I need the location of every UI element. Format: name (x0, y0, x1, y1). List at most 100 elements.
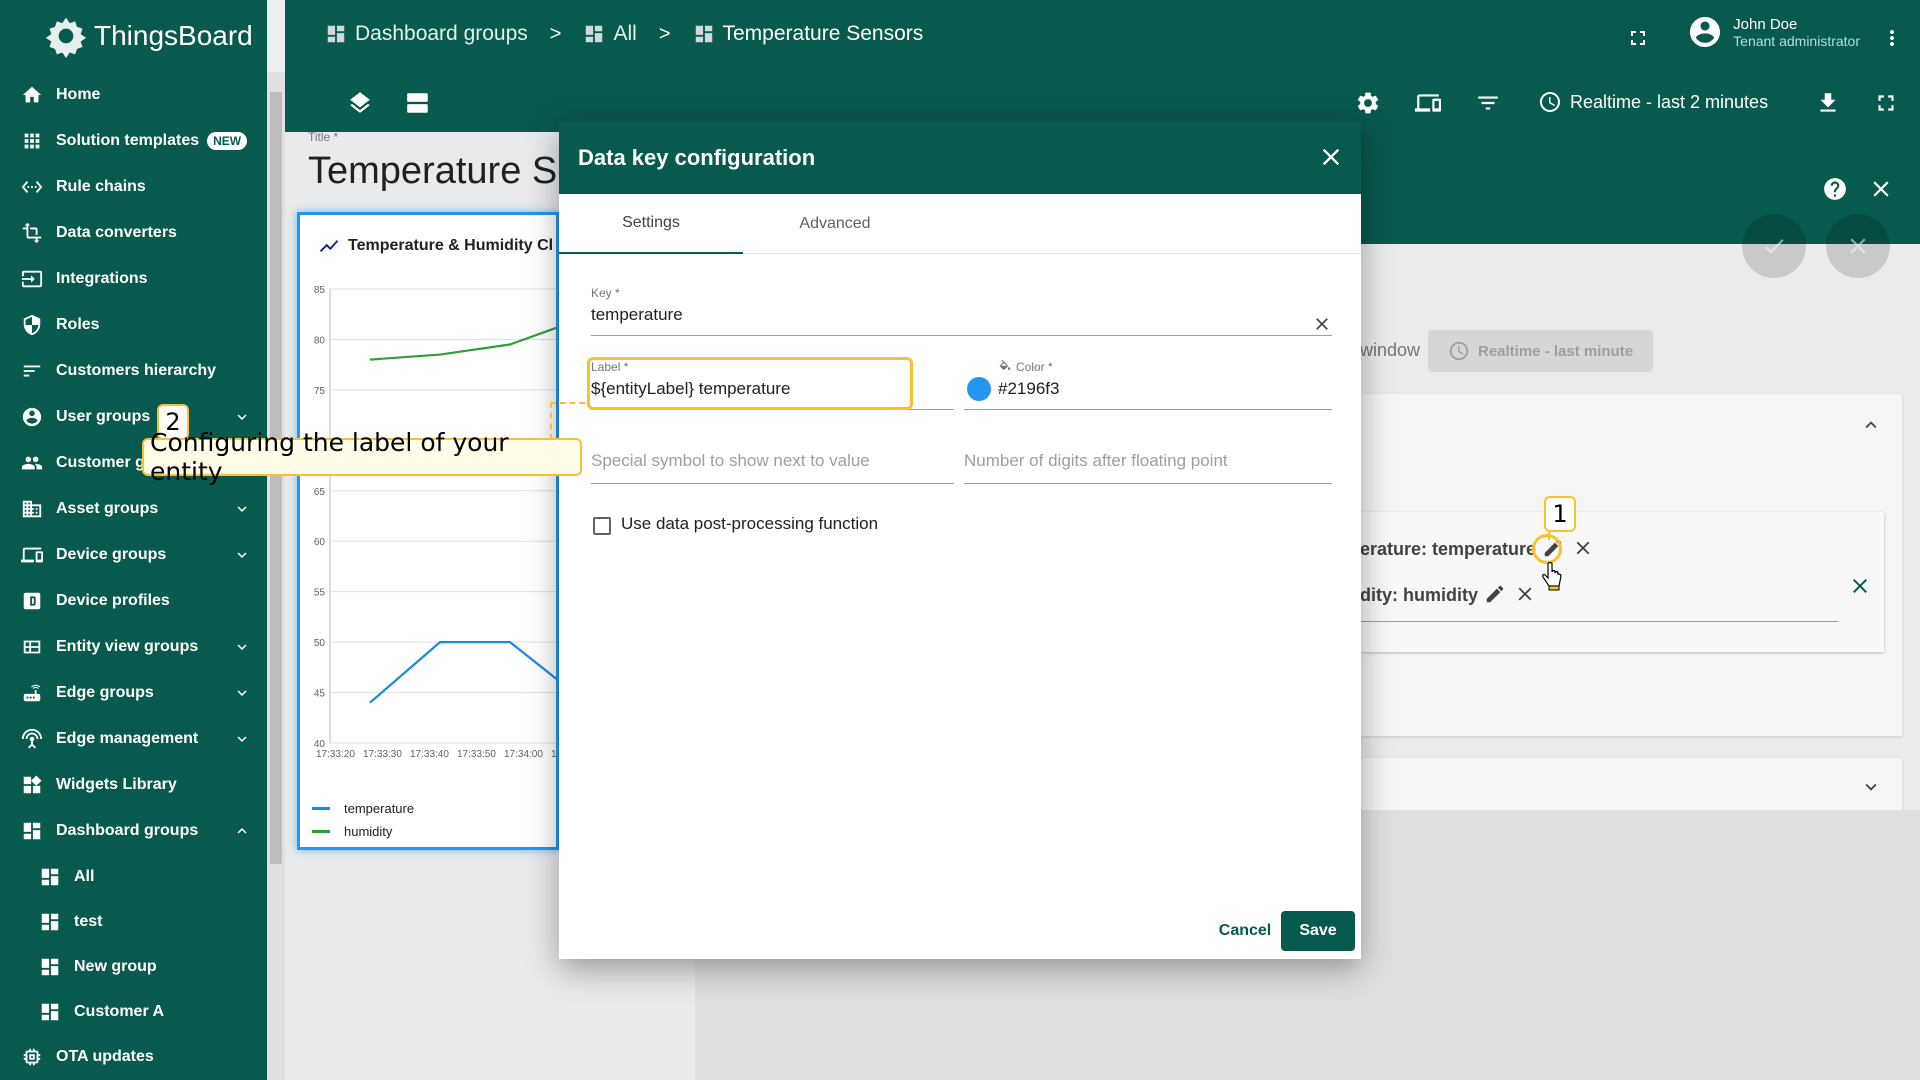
key-field-value[interactable]: temperature (591, 305, 1332, 331)
sidebar-item-label: Roles (56, 316, 100, 333)
timewindow-button[interactable]: Realtime - last 2 minutes (1538, 90, 1768, 114)
tab-advanced[interactable]: Advanced (743, 194, 927, 254)
chevron-down-icon[interactable] (233, 684, 251, 702)
close-icon[interactable] (1317, 143, 1345, 171)
sidebar-item-edge-management[interactable]: Edge management (0, 716, 267, 762)
legend-item-humidity[interactable]: humidity (312, 820, 414, 843)
apps-icon (20, 129, 44, 153)
sidebar-item-label: All (74, 867, 95, 885)
callout-1-highlight (1532, 534, 1562, 564)
sidebar-item-customer-a[interactable]: Customer A (0, 989, 267, 1034)
sidebar-item-rule-chains[interactable]: Rule chains (0, 164, 267, 210)
chevron-down-icon[interactable] (233, 730, 251, 748)
save-button[interactable]: Save (1281, 911, 1355, 951)
label-field-highlight (587, 357, 913, 410)
sidebar-item-ota-updates[interactable]: OTA updates (0, 1034, 267, 1080)
app-logo[interactable]: ThingsBoard (44, 12, 253, 60)
filter-icon[interactable] (1475, 90, 1503, 118)
callout-2-connector (550, 402, 585, 404)
edit-icon[interactable] (1484, 583, 1508, 607)
decline-button[interactable] (1826, 214, 1890, 278)
check-icon (1764, 239, 1784, 254)
sidebar-item-label: Entity view groups (56, 638, 199, 655)
chevron-up-icon[interactable] (1860, 414, 1882, 436)
sidebar-item-label: OTA updates (56, 1048, 154, 1065)
remove-datasource-icon[interactable] (1848, 574, 1872, 598)
postprocessing-checkbox[interactable] (593, 517, 611, 535)
breadcrumb-dashboard-groups[interactable]: Dashboard groups (325, 22, 528, 46)
sidebar-item-new-group[interactable]: New group (0, 944, 267, 989)
collapsed-settings-card[interactable] (1360, 758, 1902, 812)
key-field[interactable]: Key * temperature (591, 286, 1332, 336)
dashboard-title[interactable]: Temperature Se (308, 150, 578, 193)
remove-icon[interactable] (1572, 537, 1596, 561)
user-menu[interactable]: John Doe Tenant administrator (1687, 14, 1860, 50)
sidebar-item-customers-hierarchy[interactable]: Customers hierarchy (0, 348, 267, 394)
sidebar-item-device-profiles[interactable]: Device profiles (0, 578, 267, 624)
chart-widget[interactable]: Temperature & Humidity Cl 40455055606570… (297, 212, 559, 850)
units-field-placeholder: Special symbol to show next to value (591, 451, 870, 470)
sidebar-item-integrations[interactable]: Integrations (0, 256, 267, 302)
dialog-title: Data key configuration (578, 144, 816, 170)
widget-timewindow-button[interactable]: Realtime - last minute (1428, 330, 1653, 372)
sidebar-item-label: Rule chains (56, 178, 146, 195)
transform-icon (20, 221, 44, 245)
sidebar-item-label: Customers hierarchy (56, 362, 217, 379)
devices-icon[interactable] (1415, 90, 1443, 118)
sidebar-item-dashboard-groups[interactable]: Dashboard groups (0, 808, 267, 854)
data-key-chip-humidity[interactable]: dity: humidity (1360, 578, 1538, 612)
dialog-tabs: Settings Advanced (559, 194, 1361, 254)
legend-item-temperature[interactable]: temperature (312, 797, 414, 820)
home-icon (20, 83, 44, 107)
sidebar-item-entity-view-groups[interactable]: Entity view groups (0, 624, 267, 670)
key-field-underline (591, 335, 1332, 336)
download-icon[interactable] (1815, 90, 1843, 118)
sidebar-item-device-groups[interactable]: Device groups (0, 532, 267, 578)
sidebar-item-test[interactable]: test (0, 899, 267, 944)
remove-icon[interactable] (1514, 583, 1538, 607)
timewindow-label: Realtime - last 2 minutes (1570, 91, 1769, 112)
x-tick-label: 17:34:10 (551, 749, 559, 760)
chevron-up-icon[interactable] (233, 822, 251, 840)
color-field[interactable]: Color * #2196f3 (964, 360, 1332, 410)
x-tick-label: 17:33:40 (410, 749, 449, 760)
y-tick-label: 45 (314, 689, 326, 700)
legend-label: temperature (344, 801, 415, 816)
fullscreen-icon[interactable] (1626, 26, 1650, 50)
chevron-down-icon[interactable] (233, 546, 251, 564)
layers-icon[interactable] (347, 90, 375, 118)
apply-button[interactable] (1742, 214, 1806, 278)
view-agenda-icon[interactable] (405, 90, 433, 118)
sidebar-item-home[interactable]: Home (0, 72, 267, 118)
sidebar-item-all[interactable]: All (0, 854, 267, 899)
help-icon[interactable] (1822, 176, 1848, 202)
breadcrumb-temperature-sensors: Temperature Sensors (693, 22, 923, 46)
breadcrumb-all[interactable]: All (583, 22, 637, 46)
decimals-field[interactable]: Number of digits after floating point (964, 451, 1332, 484)
key-field-label: Key * (591, 286, 620, 300)
breadcrumb: Dashboard groups > All > Temperature Sen… (325, 22, 923, 46)
sidebar-item-edge-groups[interactable]: Edge groups (0, 670, 267, 716)
sidebar-item-roles[interactable]: Roles (0, 302, 267, 348)
chevron-down-icon[interactable] (233, 500, 251, 518)
sidebar-item-solution-templates[interactable]: Solution templates NEW (0, 118, 267, 164)
color-swatch[interactable] (967, 377, 991, 401)
units-field[interactable]: Special symbol to show next to value (591, 451, 954, 484)
settings-icon[interactable] (1355, 90, 1383, 118)
chevron-down-icon[interactable] (1860, 776, 1882, 798)
color-field-value[interactable]: #2196f3 (998, 379, 1332, 405)
tab-settings[interactable]: Settings (559, 194, 743, 254)
y-tick-label: 60 (314, 537, 326, 548)
chevron-down-icon[interactable] (233, 408, 251, 426)
sidebar-item-data-converters[interactable]: Data converters (0, 210, 267, 256)
fullscreen-icon[interactable] (1873, 90, 1901, 118)
postprocessing-label[interactable]: Use data post-processing function (621, 514, 878, 534)
clear-icon[interactable] (1312, 314, 1332, 334)
sidebar-item-widgets-library[interactable]: Widgets Library (0, 762, 267, 808)
sidebar-item-asset-groups[interactable]: Asset groups (0, 486, 267, 532)
view-quilt-icon (20, 635, 44, 659)
memory-icon (20, 1045, 44, 1069)
more-vert-icon[interactable] (1880, 26, 1904, 50)
close-icon[interactable] (1868, 176, 1894, 202)
chevron-down-icon[interactable] (233, 638, 251, 656)
